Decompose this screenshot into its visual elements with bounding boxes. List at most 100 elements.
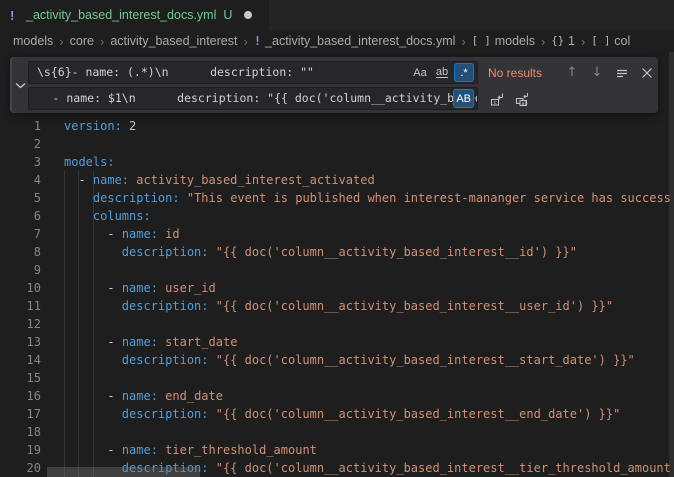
breadcrumb-label: 1 [568,34,575,48]
code-line: 14 description: "{{ doc('column__activit… [0,351,674,369]
line-number: 19 [0,441,41,459]
tab-git-status-badge: U [223,8,232,22]
line-number: 20 [0,459,41,477]
symbol-array-icon: [ ] [472,35,491,47]
toggle-replace-chevron-icon[interactable] [10,57,28,113]
line-number: 18 [0,423,41,441]
code-line: 18 [0,423,674,441]
breadcrumb-label: models [13,34,53,48]
breadcrumb-separator-icon: › [541,34,545,49]
breadcrumb-item-col[interactable]: [ ] col [591,34,630,48]
line-number: 2 [0,135,41,153]
editor-code-area[interactable]: 1version: 223models:4 - name: activity_b… [0,52,674,477]
code-line: 9 [0,261,674,279]
line-number: 10 [0,279,41,297]
line-content: description: "This event is published wh… [64,189,671,207]
replace-all-button[interactable]: ab [511,88,533,110]
code-line: 5 description: "This event is published … [0,189,674,207]
breadcrumb-separator-icon: › [59,34,63,49]
find-results-count: No results [488,66,558,80]
breadcrumb-separator-icon: › [243,34,247,49]
line-number: 3 [0,153,41,171]
code-line: 13 - name: start_date [0,333,674,351]
whole-word-toggle[interactable]: ab [432,63,452,82]
replace-button[interactable]: c [486,88,508,110]
next-match-button[interactable]: ↓ [586,62,608,84]
line-number: 16 [0,387,41,405]
find-in-selection-icon[interactable] [611,62,633,84]
match-case-toggle[interactable]: Aa [410,63,430,82]
line-number: 13 [0,333,41,351]
line-number: 11 [0,297,41,315]
line-content: - name: start_date [64,333,237,351]
close-find-widget-icon[interactable] [636,62,658,84]
vertical-scrollbar[interactable] [669,52,674,477]
unsaved-changes-dot[interactable] [244,11,252,19]
vscode-window: ! _activity_based_interest_docs.yml U mo… [0,0,674,477]
breadcrumb-item-models[interactable]: [ ] models [472,34,535,48]
line-content: - name: end_date [64,387,223,405]
code-line: 11 description: "{{ doc('column__activit… [0,297,674,315]
line-number: 9 [0,261,41,279]
preserve-case-toggle[interactable]: AB [453,89,474,108]
yaml-file-icon: ! [10,8,24,23]
line-number: 14 [0,351,41,369]
breadcrumb-label: col [614,34,630,48]
regex-toggle[interactable]: .* [454,63,474,82]
breadcrumb-item-_activity_based_interest_docs.yml[interactable]: ! _activity_based_interest_docs.yml [254,34,456,48]
code-lines: 1version: 223models:4 - name: activity_b… [0,117,674,477]
yaml-file-icon: ! [254,34,261,48]
code-line: 3 models: [0,153,674,171]
breadcrumb-label: activity_based_interest [110,34,237,48]
breadcrumb-separator-icon: › [100,34,104,49]
code-line: 17 description: "{{ doc('column__activit… [0,405,674,423]
line-number: 4 [0,171,41,189]
svg-text:ab: ab [522,100,528,106]
previous-match-button[interactable]: ↑ [561,62,583,84]
code-line: 6 columns: [0,207,674,225]
breadcrumb-item-activity_based_interest[interactable]: activity_based_interest [110,34,237,48]
editor-tab-bar: ! _activity_based_interest_docs.yml U [0,0,674,30]
breadcrumb-label: models [495,34,535,48]
tab-activity-based-interest-docs[interactable]: ! _activity_based_interest_docs.yml U [0,0,270,30]
line-content: description: "{{ doc('column__activity_b… [64,405,620,423]
code-line: 15 [0,369,674,387]
code-line: 4 - name: activity_based_interest_activa… [0,171,674,189]
find-input[interactable]: \s{6}- name: (.*)\n description: "" Aa a… [28,61,478,84]
code-line: 16 - name: end_date [0,387,674,405]
line-number: 1 [0,117,41,135]
code-line: 10 - name: user_id [0,279,674,297]
breadcrumb-item-1[interactable]: {} 1 [551,34,575,48]
breadcrumb-separator-icon: › [461,34,465,49]
line-content: description: "{{ doc('column__activity_b… [64,297,613,315]
line-content: models: [64,153,115,171]
code-line: 1 version: 2 [0,117,674,135]
horizontal-scrollbar-thumb[interactable] [47,467,200,477]
breadcrumb-separator-icon: › [581,34,585,49]
replace-value-text: - name: $1\n description: "{{ doc('colum… [28,88,477,109]
line-number: 12 [0,315,41,333]
line-number: 6 [0,207,41,225]
line-content: - name: id [64,225,180,243]
code-line: 2 [0,135,674,153]
find-replace-widget: \s{6}- name: (.*)\n description: "" Aa a… [10,57,658,113]
code-line: 12 [0,315,674,333]
line-content: - name: activity_based_interest_activate… [64,171,375,189]
breadcrumb-label: _activity_based_interest_docs.yml [265,34,455,48]
line-number: 8 [0,243,41,261]
symbol-array-icon: [ ] [591,35,610,47]
breadcrumb: models › core › activity_based_interest ›! _ac… [0,30,674,52]
code-line: 7 - name: id [0,225,674,243]
line-number: 17 [0,405,41,423]
breadcrumb-item-models[interactable]: models [13,34,53,48]
symbol-object-icon: {} [551,35,564,47]
tab-title: _activity_based_interest_docs.yml [26,8,216,22]
line-number: 5 [0,189,41,207]
line-content: - name: user_id [64,279,216,297]
line-content: columns: [64,207,151,225]
code-line: 8 description: "{{ doc('column__activity… [0,243,674,261]
breadcrumb-item-core[interactable]: core [70,34,94,48]
replace-input[interactable]: - name: $1\n description: "{{ doc('colum… [28,87,478,110]
line-number: 15 [0,369,41,387]
line-content: version: 2 [64,117,136,135]
